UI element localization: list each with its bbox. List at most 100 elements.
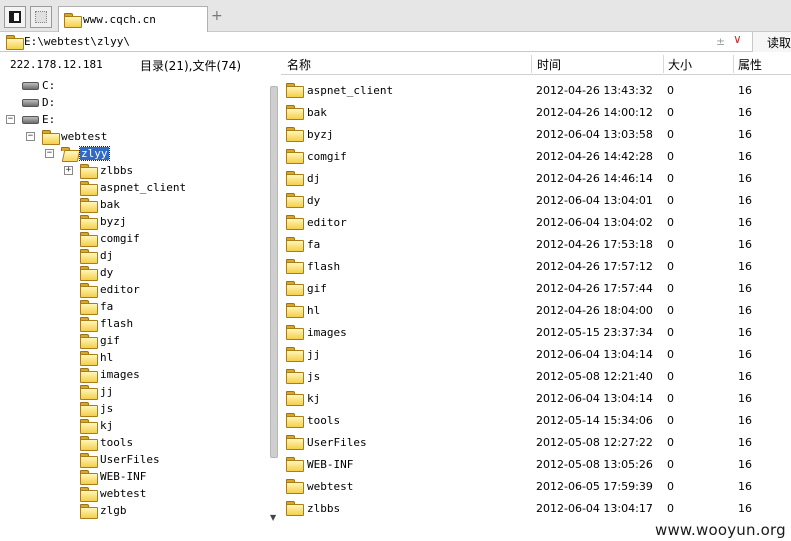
- tree-drive-row[interactable]: − E:: [0, 111, 260, 128]
- folder-icon: [286, 391, 304, 406]
- file-attr: 16: [738, 480, 752, 493]
- tree-drive-row[interactable]: C:: [0, 77, 260, 94]
- column-size[interactable]: 大小: [668, 56, 692, 73]
- file-row[interactable]: webtest 2012-06-05 17:59:39 0 16: [281, 474, 791, 496]
- directory-tree-panel: 222.178.12.181 目录(21),文件(74) C: D: − E: − web…: [0, 53, 268, 541]
- tree-folder-item[interactable]: js: [0, 400, 260, 417]
- column-time[interactable]: 时间: [537, 56, 561, 73]
- tree-folder-item[interactable]: gif: [0, 332, 260, 349]
- window-icon: [35, 11, 47, 23]
- tree-folder-item[interactable]: zlgb: [0, 502, 260, 519]
- tab-bar: www.cqch.cn +: [0, 0, 791, 32]
- folder-icon: [286, 457, 304, 472]
- collapse-icon[interactable]: −: [26, 132, 35, 141]
- file-row[interactable]: UserFiles 2012-05-08 12:27:22 0 16: [281, 430, 791, 452]
- read-button[interactable]: 读取: [752, 32, 791, 52]
- tree-folder-item[interactable]: hl: [0, 349, 260, 366]
- file-row[interactable]: bak 2012-04-26 14:00:12 0 16: [281, 100, 791, 122]
- column-divider[interactable]: [531, 55, 532, 73]
- file-row[interactable]: jj 2012-06-04 13:04:14 0 16: [281, 342, 791, 364]
- file-row[interactable]: dy 2012-06-04 13:04:01 0 16: [281, 188, 791, 210]
- column-attr[interactable]: 属性: [738, 56, 762, 73]
- file-row[interactable]: gif 2012-04-26 17:57:44 0 16: [281, 276, 791, 298]
- tree-folder-item[interactable]: fa: [0, 298, 260, 315]
- file-attr: 16: [738, 84, 752, 97]
- file-row[interactable]: dj 2012-04-26 14:46:14 0 16: [281, 166, 791, 188]
- tree-scrollbar[interactable]: ▼: [268, 80, 280, 522]
- file-row[interactable]: byzj 2012-06-04 13:03:58 0 16: [281, 122, 791, 144]
- file-row[interactable]: WEB-INF 2012-05-08 13:05:26 0 16: [281, 452, 791, 474]
- file-name: images: [307, 326, 347, 339]
- file-row[interactable]: editor 2012-06-04 13:04:02 0 16: [281, 210, 791, 232]
- scrollbar-thumb[interactable]: [270, 86, 278, 458]
- tree-folder-item[interactable]: dy: [0, 264, 260, 281]
- tree-folder-item[interactable]: byzj: [0, 213, 260, 230]
- file-time: 2012-04-26 14:42:28: [536, 150, 653, 163]
- tree-drive-label: C:: [42, 79, 56, 92]
- tree-folder-item[interactable]: editor: [0, 281, 260, 298]
- tree-folder-webtest[interactable]: − webtest: [0, 128, 260, 145]
- file-size: 0: [667, 260, 674, 273]
- file-row[interactable]: kj 2012-06-04 13:04:14 0 16: [281, 386, 791, 408]
- tree-folder-item[interactable]: dj: [0, 247, 260, 264]
- add-tab-button[interactable]: +: [211, 8, 223, 24]
- folder-icon: [6, 35, 24, 50]
- scroll-down-arrow-icon[interactable]: ▼: [270, 513, 276, 522]
- tree-folder-item[interactable]: webtest: [0, 485, 260, 502]
- tree-folder-label: dy: [100, 266, 114, 279]
- tree-folder-item[interactable]: UserFiles: [0, 451, 260, 468]
- file-time: 2012-06-04 13:04:17: [536, 502, 653, 515]
- tree-folder-label: bak: [100, 198, 120, 211]
- folder-icon: [80, 436, 98, 451]
- tree-folder-item[interactable]: aspnet_client: [0, 179, 260, 196]
- tree-folder-item[interactable]: jj: [0, 383, 260, 400]
- collapse-icon[interactable]: −: [45, 149, 54, 158]
- folder-icon: [286, 281, 304, 296]
- tab-site[interactable]: www.cqch.cn: [58, 6, 208, 32]
- tree-folder-item[interactable]: kj: [0, 417, 260, 434]
- file-row[interactable]: js 2012-05-08 12:21:40 0 16: [281, 364, 791, 386]
- file-row[interactable]: images 2012-05-15 23:37:34 0 16: [281, 320, 791, 342]
- folder-icon: [80, 215, 98, 230]
- folder-icon: [286, 413, 304, 428]
- file-row[interactable]: aspnet_client 2012-04-26 13:43:32 0 16: [281, 78, 791, 100]
- file-row[interactable]: zlbbs 2012-06-04 13:04:17 0 16: [281, 496, 791, 518]
- tree-folder-item[interactable]: + zlbbs: [0, 162, 260, 179]
- file-size: 0: [667, 216, 674, 229]
- column-name[interactable]: 名称: [287, 56, 311, 73]
- folder-icon: [286, 325, 304, 340]
- chevron-down-icon[interactable]: ∨: [733, 32, 742, 46]
- file-name: bak: [307, 106, 327, 119]
- new-window-button[interactable]: [30, 6, 52, 28]
- tree-drive-row[interactable]: D:: [0, 94, 260, 111]
- tree-folder-item[interactable]: flash: [0, 315, 260, 332]
- collapse-icon[interactable]: −: [6, 115, 15, 124]
- tree-folder-label: js: [100, 402, 114, 415]
- file-row[interactable]: hl 2012-04-26 18:04:00 0 16: [281, 298, 791, 320]
- file-row[interactable]: tools 2012-05-14 15:34:06 0 16: [281, 408, 791, 430]
- file-size: 0: [667, 194, 674, 207]
- tree-folder-selected[interactable]: − zlyy: [0, 145, 260, 162]
- plus-minus-icon[interactable]: ±: [716, 35, 725, 48]
- file-time: 2012-04-26 17:57:44: [536, 282, 653, 295]
- panel-toggle-button[interactable]: [4, 6, 26, 28]
- file-time: 2012-06-04 13:04:14: [536, 348, 653, 361]
- address-bar: E:\webtest\zlyy\ ± ∨ 读取: [0, 32, 791, 52]
- tree-folder-item[interactable]: images: [0, 366, 260, 383]
- tree-folder-label: editor: [100, 283, 140, 296]
- tree-folder-label: hl: [100, 351, 114, 364]
- folder-icon: [286, 149, 304, 164]
- folder-icon: [80, 402, 98, 417]
- tree-folder-item[interactable]: bak: [0, 196, 260, 213]
- tree-folder-item[interactable]: WEB-INF: [0, 468, 260, 485]
- column-divider[interactable]: [663, 55, 664, 73]
- file-row[interactable]: flash 2012-04-26 17:57:12 0 16: [281, 254, 791, 276]
- column-divider[interactable]: [733, 55, 734, 73]
- expand-icon[interactable]: +: [64, 166, 73, 175]
- tree-folder-item[interactable]: tools: [0, 434, 260, 451]
- file-row[interactable]: fa 2012-04-26 17:53:18 0 16: [281, 232, 791, 254]
- file-time: 2012-05-08 12:21:40: [536, 370, 653, 383]
- tree-folder-item[interactable]: comgif: [0, 230, 260, 247]
- path-input[interactable]: E:\webtest\zlyy\: [24, 35, 130, 48]
- file-row[interactable]: comgif 2012-04-26 14:42:28 0 16: [281, 144, 791, 166]
